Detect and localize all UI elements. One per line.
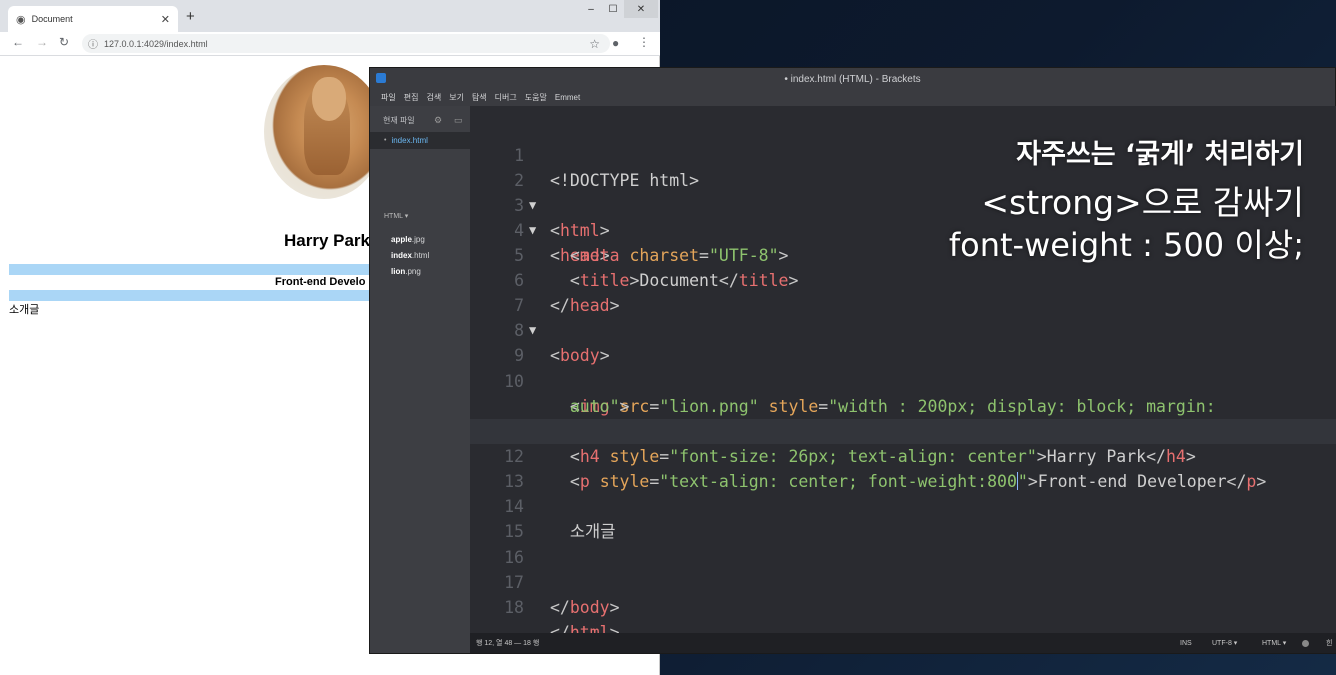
window-close-button[interactable]: ✕ <box>624 0 658 18</box>
status-bar: 행 12, 열 48 — 18 행 INS UTF-8 ▾ HTML ▾ 힌 <box>470 633 1336 653</box>
file-sidebar: 현재 파일 ⚙ ▭ • index.html HTML ▾ apple.jpg … <box>370 106 470 653</box>
cursor-position: 행 12, 열 48 — 18 행 <box>476 640 540 647</box>
star-icon[interactable]: ☆ <box>589 37 600 51</box>
menu-item-navigate[interactable]: 탐색 <box>472 92 487 103</box>
tab-title: Document <box>31 14 73 24</box>
linter-status-icon[interactable] <box>1302 639 1309 647</box>
page-heading: Harry Park <box>284 231 371 250</box>
minimize-button[interactable]: – <box>580 0 602 18</box>
overlay-caption-line1: 자주쓰는 ‘굵게’ 처리하기 <box>1016 139 1304 170</box>
maximize-button[interactable]: ☐ <box>602 0 624 18</box>
forward-icon[interactable]: → <box>36 35 48 49</box>
working-files-header: 현재 파일 ⚙ ▭ <box>370 110 470 130</box>
code-line: 10 <img src="lion.png" style="width : 20… <box>470 344 1336 416</box>
menu-item-emmet[interactable]: Emmet <box>555 93 580 102</box>
gear-icon[interactable]: ⚙ <box>434 115 442 126</box>
menu-item-file[interactable]: 파일 <box>381 92 396 103</box>
menu-icon[interactable]: ⋮ <box>638 35 650 49</box>
line-number: 18 <box>504 598 524 617</box>
menu-item-edit[interactable]: 편집 <box>404 92 419 103</box>
working-file-item[interactable]: • index.html <box>370 132 470 149</box>
file-base: index <box>391 251 412 260</box>
code-line: 9 <box>470 318 1336 365</box>
brackets-window: • index.html (HTML) - Brackets 파일 편집 검색 … <box>369 67 1336 654</box>
code-line: 7 ▼ <body> <box>470 268 1336 365</box>
window-title: • index.html (HTML) - Brackets <box>784 74 921 85</box>
code-line: 17 </body> <box>470 545 1336 617</box>
file-base: apple <box>391 235 412 244</box>
overlay-caption-line3: font-weight : 500 이상; <box>948 226 1304 264</box>
working-file-name: index.html <box>391 136 428 145</box>
brackets-titlebar: • index.html (HTML) - Brackets <box>370 68 1335 90</box>
brackets-app-icon <box>376 73 386 83</box>
project-file-item[interactable]: lion.png <box>391 267 421 276</box>
encoding-dropdown[interactable]: UTF-8 ▾ <box>1212 639 1237 647</box>
code-tag: body <box>569 598 610 617</box>
lion-image <box>264 65 384 199</box>
modified-dot-icon: • <box>384 137 387 144</box>
file-base: lion <box>391 267 406 276</box>
address-bar[interactable]: ⓘ 127.0.0.1:4029/index.html ☆ <box>82 34 610 53</box>
globe-icon: ◉ <box>16 13 26 26</box>
overlay-caption-line2: <strong>으로 감싸기 <box>981 183 1304 222</box>
code-line: 15 <box>470 494 1336 541</box>
back-icon[interactable]: ← <box>12 35 24 49</box>
reload-icon[interactable]: ↻ <box>59 35 69 49</box>
new-tab-button[interactable]: + <box>186 8 195 25</box>
code-line: auto"> <box>569 397 630 416</box>
lion-face <box>312 77 346 121</box>
menu-item-view[interactable]: 보기 <box>449 92 464 103</box>
page-subtitle: Front-end Develo <box>275 276 366 288</box>
language-dropdown[interactable]: HTML ▾ <box>1262 639 1286 647</box>
close-icon[interactable]: ✕ <box>161 13 170 26</box>
code-line-active: 12 <p style="text-align: center; font-we… <box>470 419 1336 491</box>
code-tag: html <box>569 623 610 633</box>
menu-item-find[interactable]: 검색 <box>426 92 441 103</box>
status-extra: 힌 <box>1326 640 1333 647</box>
url-text: 127.0.0.1:4029/index.html <box>104 38 208 49</box>
page-intro: 소개글 <box>9 304 40 316</box>
code-editor[interactable]: 1 <!DOCTYPE html> 2 ▼ <html> 3 ▼ <head> … <box>470 106 1336 633</box>
project-file-item[interactable]: apple.jpg <box>391 235 425 244</box>
code-line: 18 </html> <box>470 570 1336 633</box>
file-ext: .png <box>405 267 421 276</box>
code-line: 13 <box>470 444 1336 491</box>
browser-tab[interactable]: ◉ Document ✕ <box>8 6 178 32</box>
info-icon[interactable]: ⓘ <box>88 36 98 51</box>
tab-bar: ◉ Document ✕ + – ☐ ✕ <box>0 0 660 32</box>
menu-item-help[interactable]: 도움말 <box>525 92 547 103</box>
browser-toolbar: ← → ↻ ⓘ 127.0.0.1:4029/index.html ☆ ● ⋮ <box>0 32 660 56</box>
profile-icon[interactable]: ● <box>612 36 619 50</box>
file-ext: .jpg <box>411 235 425 244</box>
menu-item-debug[interactable]: 디버그 <box>495 92 517 103</box>
split-view-icon[interactable]: ▭ <box>454 115 463 126</box>
code-line: 16 <box>470 520 1336 567</box>
code-line: 14 소개글 <box>470 469 1336 541</box>
working-files-label: 현재 파일 <box>383 115 415 125</box>
menu-bar: 파일 편집 검색 보기 탐색 디버그 도움말 Emmet <box>370 88 1335 106</box>
project-file-item[interactable]: index.html <box>391 251 429 260</box>
code-line: 11 <h4 style="font-size: 26px; text-alig… <box>470 394 1336 466</box>
file-ext: .html <box>411 251 430 260</box>
code-line: 8 <box>470 293 1336 340</box>
insert-mode-toggle[interactable]: INS <box>1180 640 1192 647</box>
project-dropdown[interactable]: HTML ▾ <box>384 212 408 220</box>
window-controls: – ☐ ✕ <box>580 0 658 18</box>
